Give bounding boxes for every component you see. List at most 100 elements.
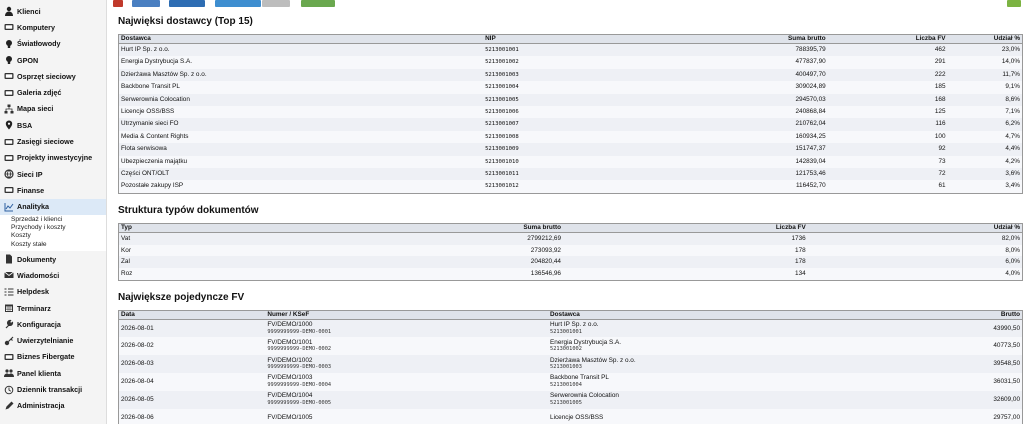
supplier-nip: 5213001001 <box>550 328 582 335</box>
sidebar-item-administracja[interactable]: Administracja <box>0 398 106 414</box>
invoice-number[interactable]: FV/DEMO/1001 <box>267 339 546 347</box>
sidebar-item-uwierzytelnianie[interactable]: Uwierzytelnianie <box>0 333 106 349</box>
submenu-item[interactable]: Koszty stałe <box>0 241 106 249</box>
toolbar-icon-right[interactable] <box>1007 0 1021 7</box>
table-row[interactable]: Energia Dystrybucja S.A. 5213001002 477837… <box>118 56 1023 69</box>
sidebar-item-zasiegi-sieciowe[interactable]: Zasięgi sieciowe <box>0 133 106 149</box>
cell-liczba-fv: 222 <box>934 70 946 78</box>
cell-udzial: 23,0% <box>1001 46 1020 53</box>
sidebar-item-label: Światłowody <box>17 39 61 49</box>
largest-fv-table: Data Numer / KSeF Dostawca Brutto 2026-0… <box>118 309 1023 424</box>
table-row[interactable]: 2026-08-05 FV/DEMO/1004 9999999999-DEMO-00… <box>118 390 1023 409</box>
table-row[interactable]: 2026-08-04 FV/DEMO/1003 9999999999-DEMO-00… <box>118 373 1023 391</box>
cell-numer-ksef: FV/DEMO/1002 9999999999-DEMO-0003 <box>265 355 548 373</box>
table-row[interactable]: Zal 204820,44 178 6,0% <box>118 256 1023 268</box>
sidebar-item-projekty-inwestycyjne[interactable]: Projekty inwestycyjne <box>0 150 106 166</box>
toolbar-icon-6[interactable] <box>301 0 335 7</box>
toolbar-icon-5[interactable] <box>262 0 290 7</box>
table-row[interactable]: Dzierżawa Masztów Sp. z o.o. 5213001003 40… <box>118 68 1023 82</box>
col-liczba-fv[interactable]: Liczba FV <box>827 34 948 44</box>
sidebar-item-terminarz[interactable]: Terminarz <box>0 300 106 316</box>
col-suma-brutto[interactable]: Suma brutto <box>747 34 828 44</box>
sidebar-item-finanse[interactable]: Finanse <box>0 182 106 198</box>
invoice-number[interactable]: FV/DEMO/1000 <box>267 321 546 329</box>
table-row[interactable]: Części ONT/OLT 5213001011 121753,46 72 3,6% <box>118 168 1023 181</box>
sidebar-item-bsa[interactable]: BSA <box>0 117 106 133</box>
cell-numer-ksef: FV/DEMO/1005 <box>265 409 548 424</box>
sidebar-item-biznes-fibergate[interactable]: Biznes Fibergate <box>0 349 106 365</box>
ksef-number: 9999999999-DEMO-0002 <box>267 346 332 353</box>
table-row[interactable]: 2026-08-01 FV/DEMO/1000 9999999999-DEMO-00… <box>118 319 1023 338</box>
table-row[interactable]: Flota serwisowa 5213001009 151747,37 92 4,4% <box>118 143 1023 156</box>
sidebar-item-komputery[interactable]: Komputery <box>0 19 106 35</box>
col-liczba-fv[interactable]: Liczba FV <box>563 223 808 233</box>
cell-data: 2026-08-02 <box>121 342 154 350</box>
cell-dostawca: Licencje OSS/BSS <box>548 409 888 424</box>
sidebar-item-panel-klienta[interactable]: Panel klienta <box>0 365 106 381</box>
cell-liczba-fv: 92 <box>938 145 946 153</box>
sidebar-item-label: Administracja <box>17 401 65 411</box>
cell-suma-brutto: 136546,96 <box>530 269 561 277</box>
col-brutto[interactable]: Brutto <box>887 310 1023 320</box>
calendar-icon <box>4 303 14 313</box>
invoice-number[interactable]: FV/DEMO/1003 <box>267 374 546 382</box>
toolbar-icon-1[interactable] <box>113 0 123 7</box>
col-data[interactable]: Data <box>118 310 266 320</box>
sidebar-item-swiatlowody[interactable]: Światłowody <box>0 36 106 52</box>
col-udzial[interactable]: Udział % <box>947 34 1023 44</box>
table-row[interactable]: Backbone Transit PL 5213001004 309024,89 18… <box>118 81 1023 94</box>
col-typ[interactable]: Typ <box>118 223 329 233</box>
sidebar-item-mapa-sieci[interactable]: Mapa sieci <box>0 101 106 117</box>
sidebar-item-klienci[interactable]: Klienci <box>0 3 106 19</box>
col-dostawca[interactable]: Dostawca <box>118 34 484 44</box>
toolbar-icon-3[interactable] <box>169 0 205 7</box>
submenu-item[interactable]: Sprzedaż i klienci <box>0 216 106 224</box>
col-udzial[interactable]: Udział % <box>807 223 1023 233</box>
table-row[interactable]: Serwerownia Colocation 5213001005 294570,0… <box>118 93 1023 107</box>
supplier-name: Serwerownia Colocation <box>550 392 619 400</box>
sidebar-item-analityka[interactable]: Analityka <box>0 198 106 215</box>
toolbar-icon-2[interactable] <box>132 0 160 7</box>
user-icon <box>4 6 14 17</box>
col-nip[interactable]: NIP <box>483 34 748 44</box>
table-row[interactable]: Vat 2799212,69 1736 82,0% <box>118 232 1023 245</box>
toolbar-icon-4[interactable] <box>215 0 261 7</box>
supplier-name: Energia Dystrybucja S.A. <box>550 338 622 346</box>
col-suma-brutto[interactable]: Suma brutto <box>328 223 563 233</box>
table-row[interactable]: Roz 136546,96 134 4,0% <box>118 267 1023 281</box>
sidebar-item-label: Dziennik transakcji <box>17 385 83 395</box>
sidebar-item-dziennik-transakcji[interactable]: Dziennik transakcji <box>0 381 106 397</box>
cell-typ: Roz <box>121 269 133 277</box>
table-row[interactable]: Pozostałe zakupy ISP 5213001012 116452,70 6… <box>118 180 1023 194</box>
cell-liczba-fv: 73 <box>938 157 946 165</box>
sidebar-item-wiadomosci[interactable]: Wiadomości <box>0 267 106 283</box>
table-row[interactable]: Media & Content Rights 5213001008 160934,2… <box>118 130 1023 144</box>
sidebar-item-dokumenty[interactable]: Dokumenty <box>0 251 106 267</box>
sidebar-item-osprzet-sieciowy[interactable]: Osprzęt sieciowy <box>0 68 106 84</box>
table-row[interactable]: Kor 273093,92 178 8,0% <box>118 244 1023 257</box>
cell-liczba-fv: 134 <box>795 269 806 277</box>
col-numer-ksef[interactable]: Numer / KSeF <box>265 310 549 320</box>
sidebar-item-konfiguracja[interactable]: Konfiguracja <box>0 316 106 332</box>
cell-nip: 5213001012 <box>485 183 519 190</box>
table-row[interactable]: 2026-08-03 FV/DEMO/1002 9999999999-DEMO-00… <box>118 355 1023 374</box>
col-dostawca[interactable]: Dostawca <box>548 310 888 320</box>
table-row[interactable]: 2026-08-02 FV/DEMO/1001 9999999999-DEMO-00… <box>118 337 1023 356</box>
submenu-item[interactable]: Przychody i koszty <box>0 224 106 232</box>
invoice-number[interactable]: FV/DEMO/1004 <box>267 392 546 400</box>
submenu-item[interactable]: Koszty <box>0 232 106 240</box>
doc-types-title: Struktura typów dokumentów <box>118 204 259 216</box>
sidebar-item-gpon[interactable]: GPON <box>0 52 106 68</box>
cell-dostawca: Ubezpieczenia majątku <box>121 157 188 165</box>
table-row[interactable]: Utrzymanie sieci FO 5213001007 210762,04 11… <box>118 118 1023 131</box>
table-row[interactable]: Licencje OSS/BSS 5213001006 240868,84 125 7,… <box>118 106 1023 119</box>
invoice-number[interactable]: FV/DEMO/1005 <box>267 414 546 422</box>
sidebar-item-galeria-zdjec[interactable]: Galeria zdjęć <box>0 84 106 100</box>
table-row[interactable]: 2026-08-06 FV/DEMO/1005 Licencje OSS/BSS 29… <box>118 408 1023 424</box>
sidebar-item-helpdesk[interactable]: Helpdesk <box>0 284 106 300</box>
table-row[interactable]: Ubezpieczenia majątku 5213001010 142839,04… <box>118 155 1023 169</box>
table-row[interactable]: Hurt IP Sp. z o.o. 5213001001 788395,79 462… <box>118 43 1023 57</box>
supplier-nip: 5213001003 <box>550 364 582 371</box>
sidebar-item-sieci-ip[interactable]: Sieci IP <box>0 166 106 182</box>
invoice-number[interactable]: FV/DEMO/1002 <box>267 357 546 365</box>
